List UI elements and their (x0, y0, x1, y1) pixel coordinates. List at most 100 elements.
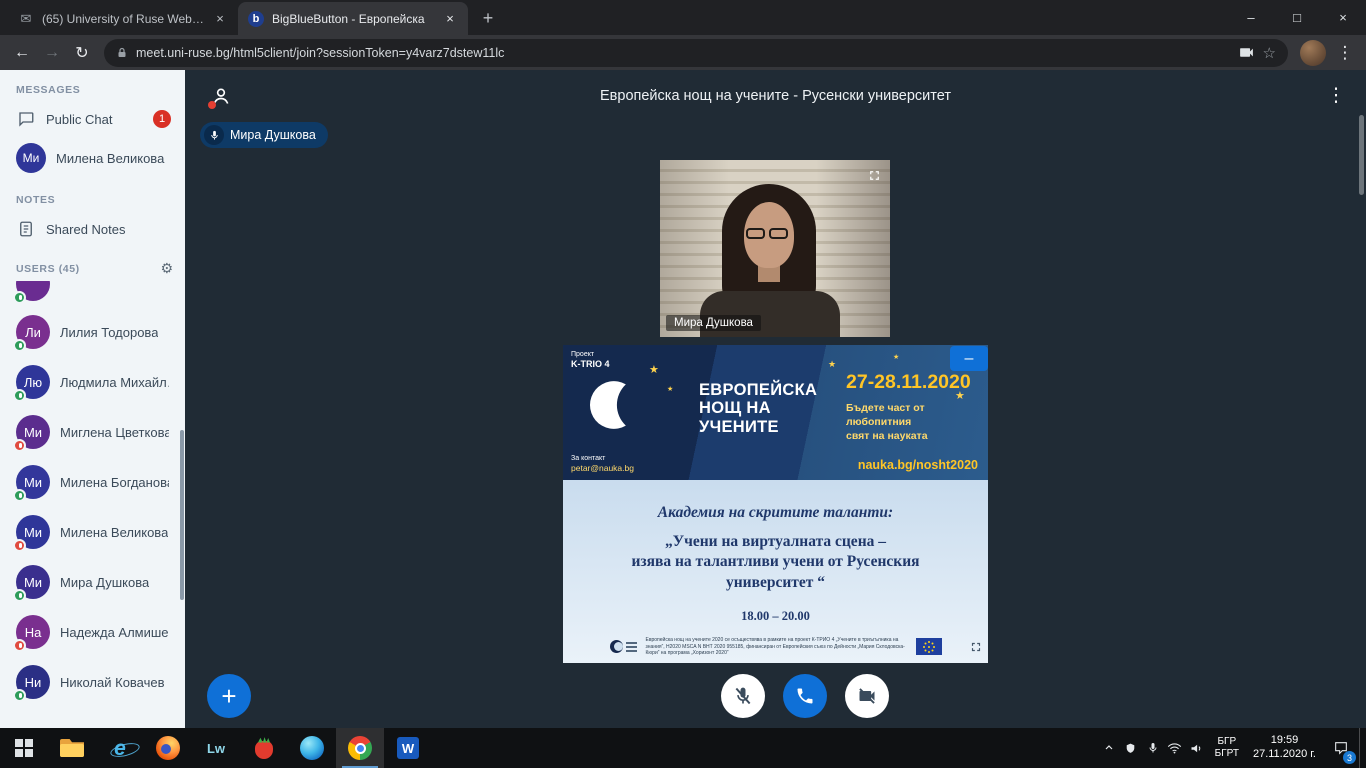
reload-button[interactable]: ↻ (68, 39, 96, 67)
show-desktop-button[interactable] (1359, 728, 1364, 768)
user-item[interactable]: Ли Лилия Тодорова (0, 307, 185, 357)
shared-notes-label: Shared Notes (46, 222, 126, 237)
chrome-icon[interactable] (336, 728, 384, 768)
file-explorer-icon[interactable] (48, 728, 96, 768)
users-header: USERS (45) ⚙ (0, 246, 185, 281)
user-item[interactable]: Ми Мира Душкова (0, 557, 185, 607)
presentation-fullscreen-button[interactable] (969, 640, 983, 659)
main-area: Европейска нощ на учените - Русенски уни… (185, 70, 1366, 728)
avatar: Ми (16, 565, 50, 599)
sidebar: MESSAGES Public Chat 1 Ми Милена Великов… (0, 70, 185, 728)
event-time: 18.00 – 20.00 (563, 609, 988, 624)
poster-subtitle: Бъдете част от любопитния свят на наукат… (846, 401, 988, 444)
options-menu-button[interactable]: ⋮ (1324, 84, 1348, 107)
private-chat-item[interactable]: Ми Милена Великова (0, 136, 185, 180)
bookmark-star-icon[interactable]: ☆ (1263, 44, 1276, 62)
talking-user-name: Мира Душкова (230, 128, 316, 142)
shared-notes-item[interactable]: Shared Notes (0, 212, 185, 246)
status-badge (13, 389, 26, 402)
status-badge (13, 539, 26, 552)
lw-app-icon[interactable]: Lw (192, 728, 240, 768)
firefox-icon[interactable] (144, 728, 192, 768)
volume-icon[interactable] (1186, 728, 1208, 768)
bigbluebutton-app: MESSAGES Public Chat 1 Ми Милена Великов… (0, 70, 1366, 728)
camera-in-use-icon[interactable] (1238, 44, 1255, 61)
sidebar-scrollbar[interactable] (180, 430, 184, 600)
window-controls: – □ × (1228, 0, 1366, 35)
leave-audio-button[interactable] (783, 674, 827, 718)
avatar: Ми (16, 143, 46, 173)
internet-explorer-icon[interactable]: e (96, 728, 144, 768)
status-badge (13, 291, 26, 304)
poster-header: Проект K-TRIO 4 ★ ★ ★ ★ ★ ЕВРОПЕЙСКА (563, 345, 988, 480)
start-button[interactable] (0, 728, 48, 768)
language-indicator[interactable]: БГР БГРТ (1208, 736, 1246, 761)
tab-close-icon[interactable]: × (212, 11, 228, 27)
tray-expand-button[interactable] (1098, 728, 1120, 768)
browser-menu-button[interactable]: ⋮ (1332, 43, 1358, 63)
actions-button[interactable]: + (207, 674, 251, 718)
defender-icon[interactable] (1120, 728, 1142, 768)
window-maximize-button[interactable]: □ (1274, 0, 1320, 35)
share-webcam-button[interactable] (845, 674, 889, 718)
user-item[interactable]: На Надежда Алмише… (0, 607, 185, 657)
tab-bbb-title: BigBlueButton - Европейска (272, 12, 434, 26)
public-chat-label: Public Chat (46, 112, 112, 127)
project-label: Проект K-TRIO 4 (571, 351, 610, 370)
talking-indicator[interactable]: Мира Душкова (200, 122, 328, 148)
forward-button[interactable]: → (38, 39, 66, 67)
user-name: Надежда Алмише… (60, 625, 169, 640)
status-badge (13, 339, 26, 352)
moon-icon (589, 379, 641, 436)
user-item-partial[interactable] (0, 281, 185, 307)
user-item[interactable]: Ни Николай Ковачев (0, 657, 185, 707)
manage-users-button[interactable]: ⚙ (160, 260, 173, 277)
action-center-button[interactable]: 3 (1323, 728, 1359, 768)
wifi-icon[interactable] (1164, 728, 1186, 768)
window-minimize-button[interactable]: – (1228, 0, 1274, 35)
blue-sphere-app-icon[interactable] (288, 728, 336, 768)
browser-toolbar: ← → ↻ meet.uni-ruse.bg/html5client/join?… (0, 35, 1366, 70)
poster-date: 27-28.11.2020 (846, 371, 971, 394)
webcam-label: Мира Душкова (666, 315, 761, 331)
user-item[interactable]: Ми Милена Богданова (0, 457, 185, 507)
tab-close-icon[interactable]: × (442, 11, 458, 27)
profile-avatar[interactable] (1300, 40, 1326, 66)
poster-site: nauka.bg/nosht2020 (858, 458, 978, 472)
webcam-fullscreen-button[interactable] (867, 168, 882, 188)
avatar: Лю (16, 365, 50, 399)
main-scrollbar[interactable] (1359, 115, 1364, 195)
public-chat-item[interactable]: Public Chat 1 (0, 102, 185, 136)
tab-bigbluebutton[interactable]: b BigBlueButton - Европейска × (238, 2, 468, 35)
audio-video-controls (721, 674, 889, 718)
glasses (746, 228, 792, 240)
user-item[interactable]: Ми Миглена Цветкова (0, 407, 185, 457)
user-name: Мира Душкова (60, 575, 149, 590)
back-button[interactable]: ← (8, 39, 36, 67)
url-text: meet.uni-ruse.bg/html5client/join?sessio… (136, 46, 1230, 60)
word-icon[interactable]: W (384, 728, 432, 768)
event-line: университет “ (563, 573, 988, 593)
strawberry-app-icon[interactable] (240, 728, 288, 768)
taskbar-clock[interactable]: 19:59 27.11.2020 г. (1246, 734, 1323, 762)
tray-mic-icon[interactable] (1142, 728, 1164, 768)
webcam-off-icon (857, 686, 877, 706)
user-item[interactable]: Лю Людмила Михайл… (0, 357, 185, 407)
minimize-presentation-button[interactable]: – (950, 346, 988, 371)
mute-button[interactable] (721, 674, 765, 718)
star-icon: ★ (667, 385, 673, 393)
private-chat-name: Милена Великова (56, 151, 164, 166)
event-line: „Учени на виртуалната сцена – (563, 532, 988, 552)
tab-webmail[interactable]: ✉ (65) University of Ruse Webmail : × (8, 2, 238, 35)
new-tab-button[interactable]: + (474, 4, 502, 32)
window-close-button[interactable]: × (1320, 0, 1366, 35)
poster-contact: За контакт petar@nauka.bg (571, 454, 634, 474)
user-name: Николай Ковачев (60, 675, 165, 690)
avatar: Ми (16, 465, 50, 499)
address-bar[interactable]: meet.uni-ruse.bg/html5client/join?sessio… (104, 39, 1288, 67)
avatar: Ли (16, 315, 50, 349)
status-badge (13, 489, 26, 502)
meeting-title: Европейска нощ на учените - Русенски уни… (185, 88, 1366, 104)
user-item[interactable]: Ми Милена Великова (0, 507, 185, 557)
mic-icon (204, 125, 224, 145)
